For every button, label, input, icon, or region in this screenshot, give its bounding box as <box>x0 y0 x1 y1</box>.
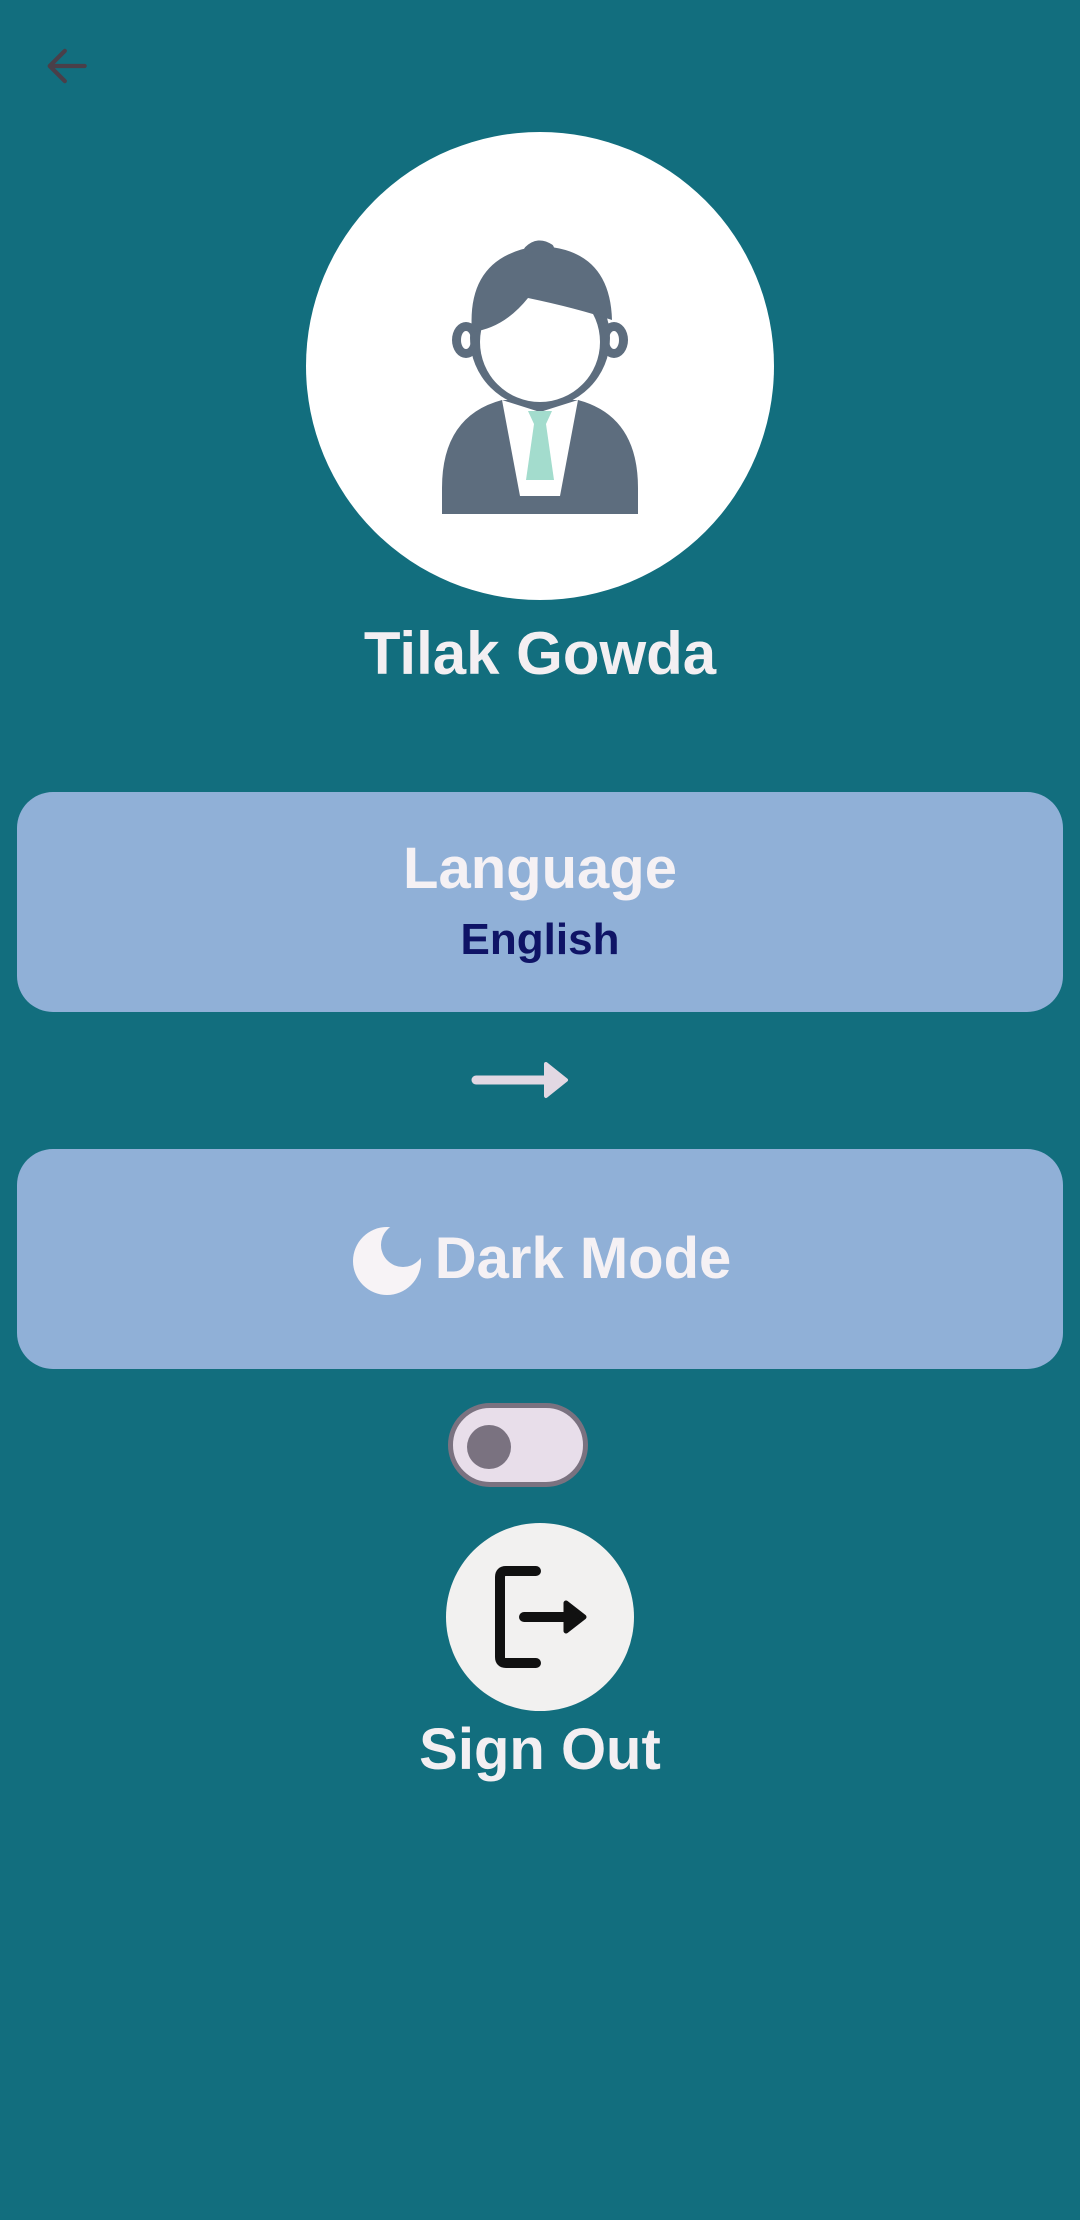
back-button[interactable] <box>30 30 102 102</box>
dark-mode-card[interactable]: Dark Mode <box>17 1149 1063 1369</box>
arrow-right-icon[interactable] <box>470 1058 570 1102</box>
toggle-knob <box>467 1425 511 1469</box>
sign-out-label: Sign Out <box>419 1717 661 1782</box>
moon-icon <box>352 1227 421 1295</box>
arrow-left-icon <box>47 48 87 84</box>
logout-icon <box>495 1566 587 1668</box>
language-card[interactable]: Language English <box>17 792 1063 1012</box>
language-value: English <box>460 915 620 964</box>
user-name: Tilak Gowda <box>363 620 717 687</box>
profile-avatar <box>306 132 774 600</box>
sign-out-button[interactable] <box>446 1523 634 1711</box>
language-title: Language <box>403 836 677 901</box>
user-avatar-icon <box>442 240 638 514</box>
dark-mode-label: Dark Mode <box>434 1226 732 1291</box>
dark-mode-toggle[interactable] <box>448 1403 588 1487</box>
